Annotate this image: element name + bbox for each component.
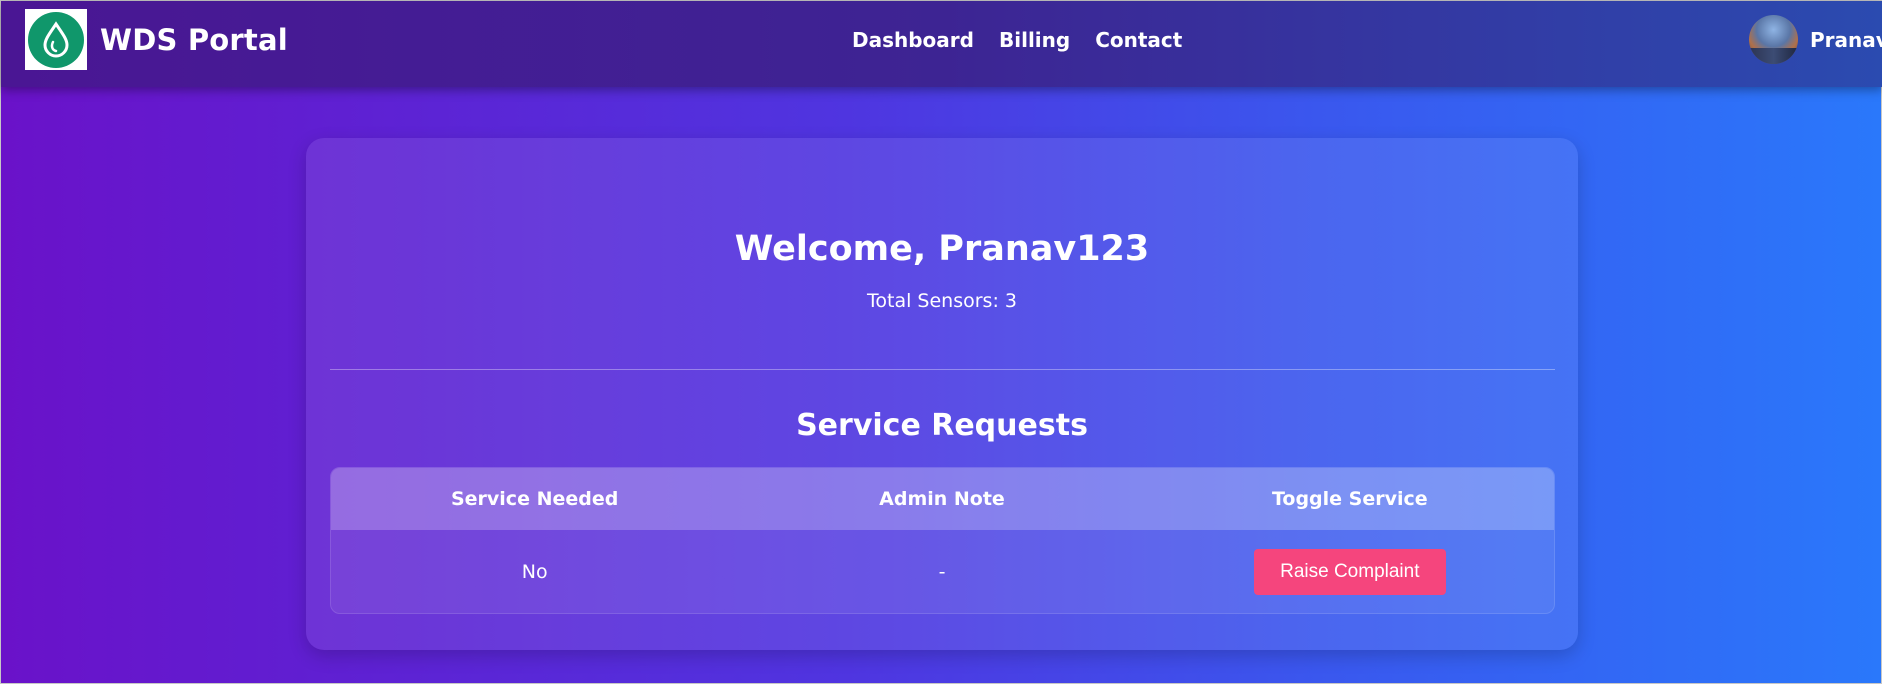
table-header: Service Needed Admin Note Toggle Service: [331, 468, 1554, 530]
nav-dashboard[interactable]: Dashboard: [852, 28, 974, 52]
nav-billing[interactable]: Billing: [999, 28, 1070, 52]
nav-contact[interactable]: Contact: [1095, 28, 1182, 52]
logo[interactable]: [25, 9, 87, 70]
table-row: No - Raise Complaint: [331, 530, 1554, 613]
main-nav: Dashboard Billing Contact: [852, 28, 1182, 52]
profile-name[interactable]: Pranav1: [1810, 28, 1882, 52]
raise-complaint-button[interactable]: Raise Complaint: [1253, 548, 1446, 595]
total-sensors: Total Sensors: 3: [867, 290, 1017, 312]
toggle-service-cell: Raise Complaint: [1146, 548, 1554, 595]
avatar[interactable]: [1749, 15, 1798, 64]
welcome-heading: Welcome, Pranav123: [734, 229, 1150, 269]
divider: [330, 369, 1555, 370]
service-requests-table: Service Needed Admin Note Toggle Service…: [330, 467, 1555, 614]
water-drop-icon: [28, 11, 84, 68]
column-header-admin-note: Admin Note: [879, 488, 1005, 510]
column-header-toggle-service: Toggle Service: [1271, 488, 1428, 510]
top-navbar: WDS Portal Dashboard Billing Contact Pra…: [1, 1, 1882, 87]
column-header-service-needed: Service Needed: [450, 488, 619, 510]
brand-title: WDS Portal: [100, 23, 288, 57]
dashboard-card: Welcome, Pranav123 Total Sensors: 3 Serv…: [306, 138, 1578, 650]
admin-note-value: -: [938, 560, 946, 583]
service-needed-value: No: [521, 560, 548, 583]
service-requests-title: Service Requests: [796, 408, 1088, 443]
profile-menu[interactable]: Pranav1: [1749, 15, 1882, 64]
